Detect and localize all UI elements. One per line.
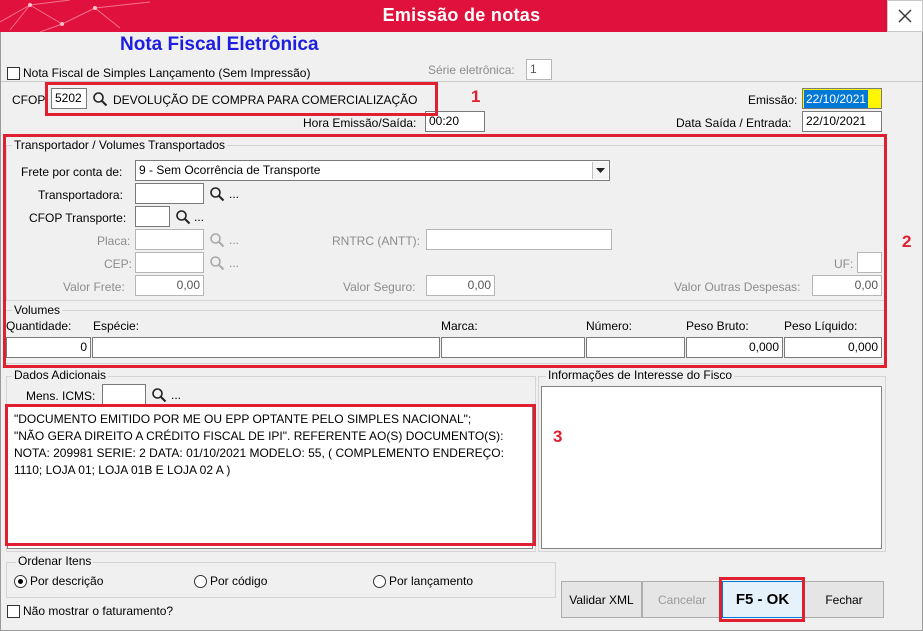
valor-seguro-label: Valor Seguro: bbox=[343, 280, 416, 294]
dialog-body: Nota Fiscal Eletrônica Nota Fiscal de Si… bbox=[0, 32, 923, 631]
uf-field[interactable] bbox=[857, 252, 882, 273]
quantidade-field[interactable]: 0 bbox=[6, 337, 91, 358]
serie-label: Série eletrônica: bbox=[428, 63, 515, 77]
close-icon bbox=[898, 9, 912, 23]
por-descricao-label: Por descrição bbox=[30, 574, 104, 588]
placa-field[interactable] bbox=[135, 229, 204, 250]
search-icon[interactable] bbox=[209, 255, 225, 271]
cfop-transporte-label: CFOP Transporte: bbox=[29, 211, 127, 225]
numero-label: Número: bbox=[586, 319, 633, 333]
valor-seguro-field[interactable]: 0,00 bbox=[426, 275, 495, 296]
mens-icms-field[interactable] bbox=[102, 384, 146, 405]
uf-label: UF: bbox=[834, 257, 854, 271]
por-codigo-label: Por código bbox=[210, 574, 268, 588]
rntrc-label: RNTRC (ANTT): bbox=[332, 234, 420, 248]
radio-por-descricao[interactable] bbox=[14, 575, 27, 588]
serie-field[interactable]: 1 bbox=[526, 59, 552, 80]
ordenar-title: Ordenar Itens bbox=[16, 554, 94, 568]
radio-por-lancamento[interactable] bbox=[373, 575, 386, 588]
valor-frete-label: Valor Frete: bbox=[63, 280, 125, 294]
valor-outras-label: Valor Outras Despesas: bbox=[674, 280, 801, 294]
nao-mostrar-label: Não mostrar o faturamento? bbox=[23, 604, 174, 618]
frete-value: 9 - Sem Ocorrência de Transporte bbox=[139, 163, 321, 177]
rntrc-field[interactable] bbox=[426, 229, 612, 250]
dados-adicionais-textarea[interactable]: "DOCUMENTO EMITIDO POR ME OU EPP OPTANTE… bbox=[7, 406, 533, 549]
cep-more[interactable]: ... bbox=[229, 256, 239, 270]
peso-bruto-field[interactable]: 0,000 bbox=[686, 337, 783, 358]
placa-more[interactable]: ... bbox=[229, 233, 239, 247]
window-title: Emissão de notas bbox=[382, 5, 541, 25]
close-window-button[interactable] bbox=[887, 0, 923, 32]
peso-liquido-label: Peso Líquido: bbox=[784, 319, 858, 333]
por-lancamento-label: Por lançamento bbox=[389, 574, 474, 588]
divider bbox=[1, 81, 922, 82]
quantidade-label: Quantidade: bbox=[6, 319, 72, 333]
marca-field[interactable] bbox=[441, 337, 585, 358]
fechar-button[interactable]: Fechar bbox=[804, 581, 884, 618]
annotation-number-2: 2 bbox=[902, 232, 912, 251]
search-icon[interactable] bbox=[209, 186, 225, 202]
cfop-transporte-field[interactable] bbox=[135, 206, 170, 227]
valor-outras-field[interactable]: 0,00 bbox=[812, 275, 882, 296]
mens-icms-more[interactable]: ... bbox=[171, 388, 181, 402]
hora-label: Hora Emissão/Saída: bbox=[303, 116, 417, 130]
transportadora-field[interactable] bbox=[135, 183, 204, 204]
peso-bruto-label: Peso Bruto: bbox=[686, 319, 749, 333]
volumes-group-title: Volumes bbox=[12, 303, 63, 317]
cep-field[interactable] bbox=[135, 252, 204, 273]
cfop-transporte-more[interactable]: ... bbox=[194, 210, 204, 224]
nao-mostrar-checkbox[interactable] bbox=[7, 605, 20, 618]
frete-label: Frete por conta de: bbox=[21, 165, 123, 179]
search-icon[interactable] bbox=[209, 232, 225, 248]
cfop-description: DEVOLUÇÃO DE COMPRA PARA COMERCIALIZAÇÃO bbox=[113, 93, 418, 107]
validar-xml-button[interactable]: Validar XML bbox=[561, 581, 642, 618]
emissao-label: Emissão: bbox=[748, 93, 798, 107]
simples-lancamento-label: Nota Fiscal de Simples Lançamento (Sem I… bbox=[23, 66, 311, 80]
window-titlebar: Emissão de notas bbox=[0, 0, 923, 32]
valor-frete-field[interactable]: 0,00 bbox=[135, 275, 204, 296]
mens-icms-label: Mens. ICMS: bbox=[26, 389, 96, 403]
dados-adicionais-title: Dados Adicionais bbox=[12, 368, 109, 382]
emissao-value: 22/10/2021 bbox=[804, 90, 869, 108]
cfop-label: CFOP bbox=[12, 93, 46, 107]
fisco-title: Informações de Interesse do Fisco bbox=[546, 368, 735, 382]
nfe-title: Nota Fiscal Eletrônica bbox=[120, 34, 319, 55]
chevron-down-icon[interactable] bbox=[592, 162, 608, 179]
especie-field[interactable] bbox=[92, 337, 440, 358]
marca-label: Marca: bbox=[441, 319, 478, 333]
data-saida-label: Data Saída / Entrada: bbox=[676, 116, 792, 130]
data-saida-field[interactable]: 22/10/2021 bbox=[802, 111, 882, 132]
especie-label: Espécie: bbox=[93, 319, 140, 333]
annotation-number-1: 1 bbox=[471, 87, 481, 106]
hora-field[interactable]: 00:20 bbox=[425, 111, 485, 132]
emissao-field[interactable]: 22/10/2021 bbox=[802, 88, 882, 109]
frete-select[interactable]: 9 - Sem Ocorrência de Transporte bbox=[135, 160, 610, 181]
search-icon[interactable] bbox=[151, 387, 167, 403]
radio-por-codigo[interactable] bbox=[194, 575, 207, 588]
ok-button[interactable]: F5 - OK bbox=[722, 581, 803, 618]
transportadora-label: Transportadora: bbox=[38, 188, 123, 202]
cep-label: CEP: bbox=[104, 257, 133, 271]
simples-lancamento-checkbox[interactable] bbox=[7, 67, 20, 80]
numero-field[interactable] bbox=[586, 337, 685, 358]
cancelar-button[interactable]: Cancelar bbox=[642, 581, 722, 618]
fisco-textarea[interactable] bbox=[541, 386, 882, 549]
placa-label: Placa: bbox=[97, 234, 131, 248]
search-icon[interactable] bbox=[175, 209, 191, 225]
peso-liquido-field[interactable]: 0,000 bbox=[784, 337, 882, 358]
transportadora-more[interactable]: ... bbox=[229, 187, 239, 201]
transport-group-title: Transportador / Volumes Transportados bbox=[12, 138, 227, 152]
cfop-field[interactable]: 5202 bbox=[51, 88, 87, 109]
annotation-number-3: 3 bbox=[553, 427, 563, 446]
search-icon[interactable] bbox=[92, 91, 108, 107]
